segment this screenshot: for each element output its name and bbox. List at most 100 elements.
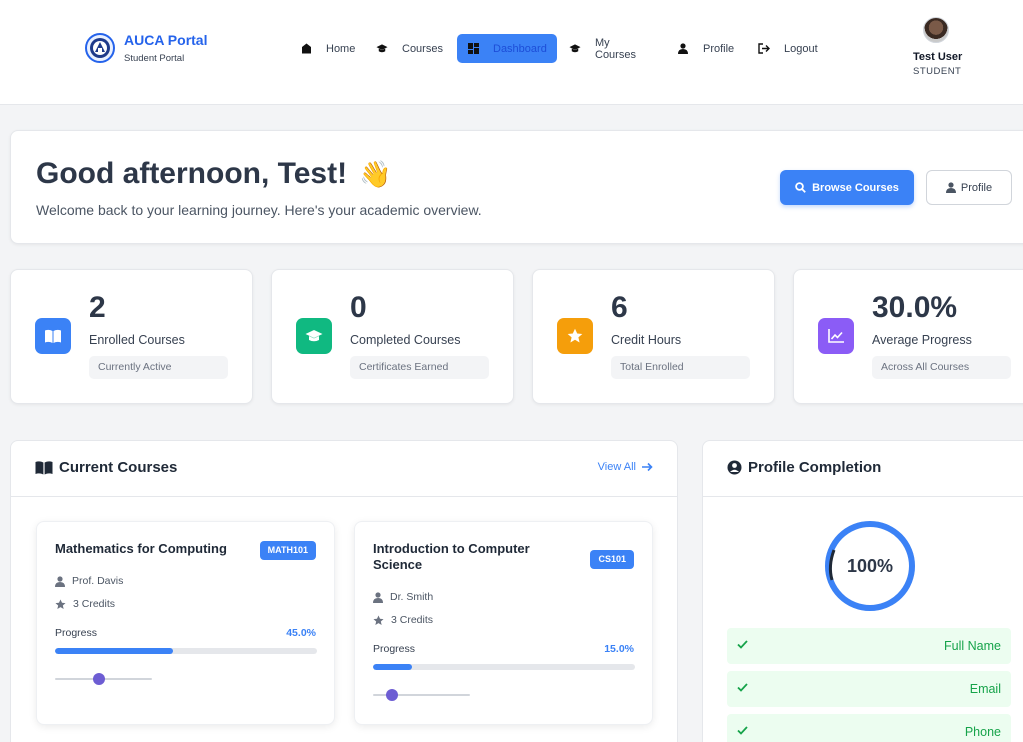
progress-fill (55, 648, 173, 654)
waving-hand-icon: 👋 (359, 158, 392, 189)
user-icon (55, 575, 65, 587)
nav-courses-label: Courses (402, 42, 443, 55)
course-name: Mathematics for Computing (55, 541, 227, 556)
profile-button[interactable]: Profile (926, 170, 1012, 205)
nav-dashboard[interactable]: Dashboard (457, 34, 557, 63)
stat-value: 2 (89, 291, 106, 324)
user-name: Test User (913, 51, 963, 63)
browse-courses-button[interactable]: Browse Courses (780, 170, 914, 205)
progress-label: Progress (55, 627, 98, 639)
user-icon (677, 43, 689, 55)
nav-logout-label: Logout (784, 42, 818, 55)
field-label: Phone (964, 725, 1001, 739)
dashboard-icon (467, 43, 479, 55)
user-icon (945, 182, 956, 193)
user-circle-icon (727, 460, 742, 475)
nav-home-label: Home (326, 42, 356, 55)
profile-field-phone: Phone (727, 714, 1011, 742)
course-credits: 3 Credits (55, 598, 115, 610)
stat-label: Average Progress (872, 333, 972, 347)
auca-logo-icon (85, 33, 115, 63)
instructor-name: Dr. Smith (390, 591, 434, 603)
nav-my-courses-label: My Courses (595, 36, 636, 61)
instructor-name: Prof. Davis (72, 575, 124, 587)
user-role: STUDENT (913, 66, 962, 77)
profile-field-email: Email (727, 671, 1011, 707)
view-all-link[interactable]: View All (598, 461, 653, 473)
nav-my-courses[interactable]: My Courses (569, 34, 636, 63)
greeting-text: Good afternoon, Test! (36, 157, 348, 190)
check-icon (737, 683, 748, 692)
stat-chip: Across All Courses (872, 356, 1011, 379)
stat-value: 6 (611, 291, 628, 324)
top-navbar: AUCA Portal Student Portal Home Courses … (0, 0, 1023, 105)
panel-header: Current Courses View All (11, 441, 677, 497)
current-courses-title: Current Courses (59, 459, 178, 476)
current-courses-panel: Current Courses View All Mathematics for… (10, 440, 678, 742)
avatar (923, 17, 949, 43)
nav-home[interactable]: Home (300, 34, 355, 63)
browse-courses-label: Browse Courses (812, 181, 899, 194)
user-icon (373, 591, 383, 603)
book-open-icon (35, 460, 53, 474)
brand-title: AUCA Portal (124, 32, 208, 48)
check-icon (737, 726, 748, 735)
check-icon (737, 640, 748, 649)
progress-bar (373, 664, 635, 670)
stat-card-completed: 0 Completed Courses Certificates Earned (271, 269, 514, 404)
stat-card-progress: 30.0% Average Progress Across All Course… (793, 269, 1023, 404)
field-label: Full Name (944, 639, 1001, 653)
course-credits: 3 Credits (373, 614, 433, 626)
graduation-cap-icon (569, 43, 581, 55)
star-icon (55, 599, 66, 609)
nav-profile[interactable]: Profile (677, 34, 734, 63)
profile-completion-panel: Profile Completion 100% Full Name Email … (702, 440, 1023, 742)
view-all-label: View All (597, 461, 636, 473)
stat-label: Credit Hours (611, 333, 682, 347)
stat-chip: Currently Active (89, 356, 228, 379)
brand[interactable]: AUCA Portal Student Portal (85, 32, 208, 64)
brand-subtitle: Student Portal (124, 53, 185, 64)
progress-value: 15.0% (604, 643, 634, 655)
book-icon (35, 318, 71, 354)
progress-bar (55, 648, 317, 654)
course-code-badge: MATH101 (259, 541, 316, 560)
user-menu[interactable]: Test User STUDENT (913, 17, 962, 77)
stat-label: Completed Courses (350, 333, 461, 347)
graduation-cap-icon (376, 43, 388, 55)
search-icon (795, 182, 806, 193)
home-icon (300, 43, 312, 55)
stat-card-credits: 6 Credit Hours Total Enrolled (532, 269, 775, 404)
nav-logout[interactable]: Logout (758, 34, 818, 63)
progress-label: Progress (373, 643, 416, 655)
nav-profile-label: Profile (703, 42, 735, 55)
panel-title: Profile Completion (727, 459, 881, 476)
panel-title: Current Courses (35, 459, 177, 476)
progress-slider[interactable] (373, 689, 470, 701)
stat-value: 30.0% (872, 291, 958, 324)
course-name: Introduction to Computer Science (373, 541, 530, 572)
stat-label: Enrolled Courses (89, 333, 185, 347)
progress-slider[interactable] (55, 673, 152, 685)
star-icon (373, 615, 384, 625)
stat-chip: Certificates Earned (350, 356, 489, 379)
welcome-card: Good afternoon, Test! 👋 Welcome back to … (10, 130, 1023, 244)
course-instructor: Prof. Davis (55, 575, 123, 587)
completion-percent: 100% (846, 555, 894, 576)
credits-text: 3 Credits (73, 598, 116, 610)
slider-thumb[interactable] (386, 689, 399, 701)
star-icon (557, 318, 593, 354)
panel-header: Profile Completion (703, 441, 1023, 497)
course-card-cs101[interactable]: Introduction to Computer Science CS101 D… (354, 521, 653, 725)
credits-text: 3 Credits (391, 614, 434, 626)
completion-ring: 100% (824, 520, 916, 612)
course-instructor: Dr. Smith (373, 591, 433, 603)
greeting-heading: Good afternoon, Test! 👋 (36, 157, 391, 191)
progress-fill (373, 664, 413, 670)
nav-courses[interactable]: Courses (376, 34, 443, 63)
slider-thumb[interactable] (92, 673, 105, 685)
profile-completion-title: Profile Completion (748, 459, 882, 476)
course-card-math101[interactable]: Mathematics for Computing MATH101 Prof. … (36, 521, 335, 725)
welcome-subtitle: Welcome back to your learning journey. H… (36, 202, 482, 218)
stat-card-enrolled: 2 Enrolled Courses Currently Active (10, 269, 253, 404)
